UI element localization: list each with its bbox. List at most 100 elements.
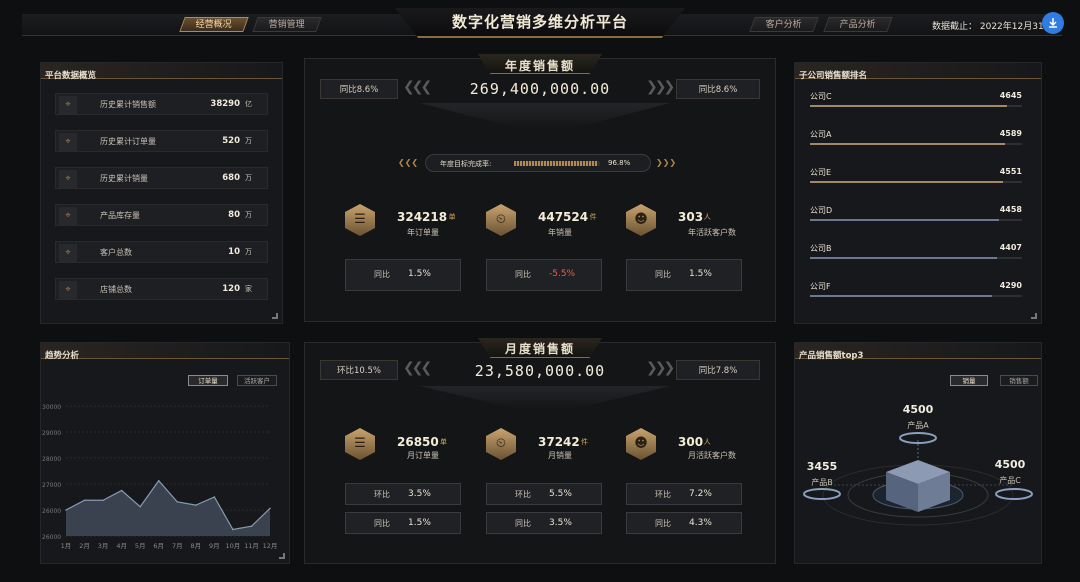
- x-tick-label: 10月: [226, 542, 241, 550]
- corner-mark: [272, 313, 278, 319]
- annual-kpi-compare: 同比 1.5%: [626, 259, 742, 291]
- overview-item-label: 产品库存量: [100, 211, 140, 220]
- target-pct: 96.8%: [608, 159, 631, 167]
- compare-label: 环比: [374, 490, 390, 499]
- trend-header: 趋势分析: [41, 343, 289, 361]
- trend-tab-active-customers[interactable]: 活跃客户: [237, 375, 277, 386]
- monthly-kpi-mom: 环比 3.5%: [345, 483, 461, 505]
- target-progress-fill: [514, 161, 598, 166]
- tab-business-overview[interactable]: 经营概况: [179, 17, 249, 32]
- compare-value: 1.5%: [408, 269, 431, 279]
- ranking-name: 公司F: [810, 282, 831, 291]
- overview-item-unit: 万: [245, 137, 252, 145]
- trend-point: [83, 499, 86, 502]
- monthly-kpi-yoy: 同比 1.5%: [345, 512, 461, 534]
- trend-point: [65, 509, 67, 511]
- product-b-name: 产品B: [811, 478, 833, 487]
- annual-kpi-unit: 单: [448, 213, 456, 221]
- ranking-row: 公司F 4290: [810, 281, 1022, 299]
- x-tick-label: 9月: [209, 542, 220, 550]
- compare-label: 环比: [515, 490, 531, 499]
- crosshair-icon: ⌖: [59, 96, 77, 114]
- tab-label: 经营概况: [195, 20, 232, 30]
- compare-value: 1.5%: [408, 518, 431, 528]
- annual-kpi-value: 324218: [397, 210, 448, 224]
- trend-point: [157, 479, 160, 482]
- arrow-left-icon: ❮❮❮: [403, 79, 432, 95]
- monthly-kpi-value: 300: [678, 435, 704, 449]
- top3-header: 产品销售额top3: [795, 343, 1041, 361]
- tab-product-analysis[interactable]: 产品分析: [823, 17, 893, 32]
- annual-kpi-unit: 人: [703, 213, 711, 221]
- x-tick-label: 2月: [79, 542, 90, 550]
- overview-item-label: 店铺总数: [100, 285, 132, 294]
- data-cutoff-date: 数据截止： 2022年12月31日: [932, 22, 1053, 32]
- ranking-row: 公司B 4407: [810, 243, 1022, 261]
- top3-tab-sales[interactable]: 销售额: [1000, 375, 1038, 386]
- crosshair-icon: ⌖: [59, 133, 77, 151]
- compare-value: 5.5%: [549, 489, 572, 499]
- monthly-kpi-label: 月销量: [548, 451, 572, 460]
- x-tick-label: 1月: [61, 542, 72, 550]
- x-tick-label: 6月: [153, 542, 164, 550]
- overview-item[interactable]: ⌖ 历史累计销售额 38290 亿: [55, 93, 268, 115]
- download-icon[interactable]: [1042, 12, 1064, 34]
- annual-kpi-label: 年订单量: [407, 228, 439, 237]
- y-tick-label: 26000: [42, 508, 61, 515]
- chevrons-right-icon: ❯❯❯: [656, 158, 677, 167]
- monthly-kpi-value: 26850: [397, 435, 439, 449]
- ranking-name: 公司D: [810, 206, 833, 215]
- ranking-row: 公司A 4589: [810, 129, 1022, 147]
- arrow-right-icon: ❯❯❯: [646, 79, 675, 95]
- monthly-kpi-unit: 件: [581, 438, 588, 446]
- crosshair-icon: ⌖: [59, 281, 77, 299]
- tab-marketing-management[interactable]: 营销管理: [252, 17, 322, 32]
- monthly-mom-left: 环比10.5%: [320, 360, 398, 380]
- annual-kpi-label: 年销量: [548, 228, 572, 237]
- overview-item-label: 历史累计订单量: [100, 137, 156, 146]
- target-progress-track: [514, 161, 600, 166]
- tab-label: 营销管理: [268, 20, 305, 30]
- trend-tab-orders[interactable]: 订单量: [188, 375, 228, 386]
- overview-item[interactable]: ⌖ 客户总数 10 万: [55, 241, 268, 263]
- x-tick-label: 5月: [135, 542, 146, 550]
- ranking-bar-fill: [810, 219, 1000, 221]
- overview-item[interactable]: ⌖ 历史累计订单量 520 万: [55, 130, 268, 152]
- ranking-bar-fill: [810, 181, 1003, 183]
- monthly-kpi-mom: 环比 7.2%: [626, 483, 742, 505]
- ranking-row: 公司D 4458: [810, 205, 1022, 223]
- compare-label: 同比: [655, 270, 671, 279]
- trend-point: [139, 505, 141, 508]
- overview-item-unit: 万: [245, 211, 252, 219]
- annual-kpi-label: 年活跃客户数: [688, 228, 736, 237]
- compare-label: 同比: [515, 270, 531, 279]
- overview-item[interactable]: ⌖ 产品库存量 80 万: [55, 204, 268, 226]
- product-a-name: 产品A: [907, 421, 929, 430]
- compare-value: 3.5%: [549, 518, 572, 528]
- trend-point: [120, 489, 123, 492]
- ranking-bar-fill: [810, 257, 997, 259]
- overview-item-unit: 家: [245, 285, 252, 293]
- top3-tab-volume[interactable]: 销量: [950, 375, 988, 386]
- crosshair-icon: ⌖: [59, 170, 77, 188]
- tab-customer-analysis[interactable]: 客户分析: [749, 17, 819, 32]
- crosshair-icon: ⌖: [59, 244, 77, 262]
- annual-kpi-compare: 同比 -5.5%: [486, 259, 602, 291]
- ranking-value: 4589: [999, 129, 1022, 138]
- annual-yoy-left: 同比8.6%: [320, 79, 398, 99]
- monthly-kpi-label: 月活跃客户数: [688, 451, 736, 460]
- ranking-row: 公司E 4551: [810, 167, 1022, 185]
- annual-kpi-value: 303: [678, 210, 704, 224]
- trend-chart: 3000029000280002700026000260001月 2月 3月 4月 5月…: [42, 404, 277, 550]
- monthly-kpi-unit: 单: [440, 438, 447, 446]
- x-tick-label: 11月: [244, 542, 259, 550]
- overview-item[interactable]: ⌖ 店铺总数 120 家: [55, 278, 268, 300]
- panel-title: 趋势分析: [45, 351, 80, 361]
- x-tick-label: 4月: [116, 542, 127, 550]
- overview-item-label: 历史累计销售额: [100, 100, 156, 109]
- ranking-bar-fill: [810, 295, 992, 297]
- panel-title: 产品销售额top3: [799, 351, 864, 361]
- trend-point: [102, 499, 104, 502]
- ranking-bar-fill: [810, 143, 1005, 145]
- overview-item[interactable]: ⌖ 历史累计销量 680 万: [55, 167, 268, 189]
